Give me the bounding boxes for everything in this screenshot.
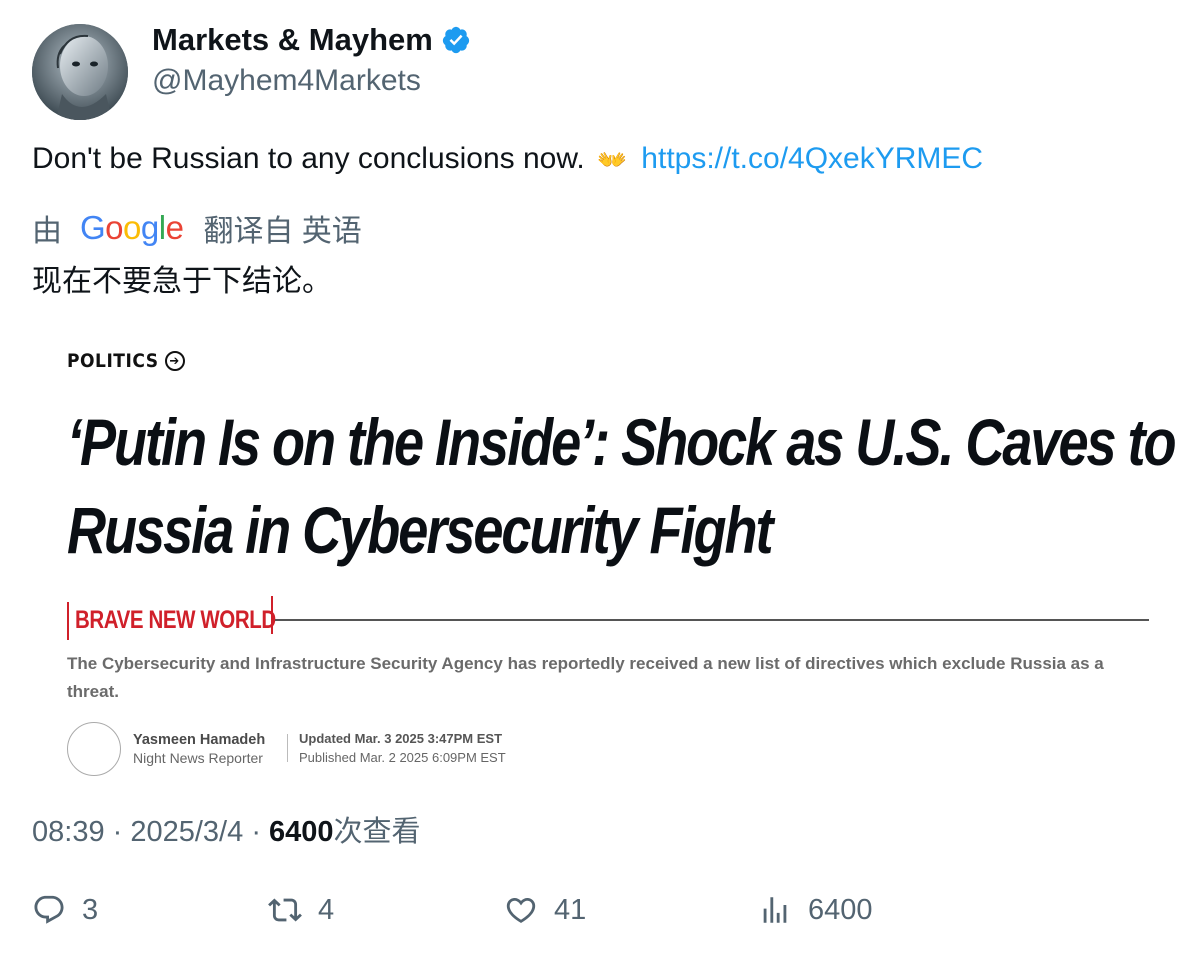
kicker-rule [275,619,1149,621]
repost-count: 4 [318,893,335,926]
author-role: Night News Reporter [133,750,263,766]
views-chart-icon [763,897,787,923]
display-name[interactable]: Markets & Mayhem [152,22,471,58]
translated-text: 现在不要急于下结论。 [32,265,332,298]
tweet-time[interactable]: 08:39 [32,816,105,848]
kicker-bar-left [67,602,69,640]
tweet-link[interactable]: https://t.co/4QxekYRMEC [641,142,983,175]
google-logo-icon: Google [80,209,184,246]
translation-prefix: 由 [32,215,62,248]
like-count: 41 [554,893,587,926]
verified-badge-icon [442,26,469,54]
views-count: 6400 [269,816,334,848]
tweet-date[interactable]: 2025/3/4 [130,816,243,848]
avatar[interactable] [32,24,128,120]
user-handle[interactable]: @Mayhem4Markets [152,64,421,98]
like-button[interactable]: 41 [504,893,586,927]
views-button[interactable]: 6400 [758,893,873,927]
tweet-body: Don't be Russian to any conclusions now. [32,142,585,175]
reply-button[interactable]: 3 [32,893,98,927]
reply-count: 3 [82,893,99,926]
heart-icon [506,897,536,923]
section-text: POLITICS [67,350,159,372]
author-name: Yasmeen Hamadeh [133,732,266,748]
article-image[interactable]: POLITICS ➔ ‘Putin Is on the Inside’: Sho… [32,320,1177,790]
headline-line-2: Russia in Cybersecurity Fight [67,493,773,567]
open-hands-emoji-icon: 👐 [597,147,627,174]
published-date: Published Mar. 2 2025 6:09PM EST [299,750,506,765]
action-bar: 3 4 41 6400 [32,893,1172,937]
translation-suffix: 翻译自 英语 [203,215,362,248]
section-label: POLITICS ➔ [67,350,185,372]
article-dek: The Cybersecurity and Infrastructure Sec… [67,654,1104,701]
translation-attribution[interactable]: 由 Google 翻译自 英语 [32,206,362,250]
repost-button[interactable]: 4 [268,893,334,927]
author-avatar [67,722,121,776]
separator-dot: · [112,816,131,848]
updated-date: Updated Mar. 3 2025 3:47PM EST [299,731,503,746]
article-headline: ‘Putin Is on the Inside’: Shock as U.S. … [67,398,1177,574]
tweet-text: Don't be Russian to any conclusions now.… [32,142,983,176]
kicker-text: BRAVE NEW WORLD [75,606,276,634]
kicker: BRAVE NEW WORLD [67,596,1149,642]
separator-dot: · [251,816,270,848]
tweet-timestamp: 08:39 · 2025/3/4 · 6400次查看 [32,808,421,850]
reply-icon [34,895,64,924]
robot-avatar-image [32,24,128,120]
kicker-bar-right [271,596,273,634]
views-label: 次查看 [333,816,421,848]
meta-divider [287,734,288,762]
arrow-right-circle-icon: ➔ [164,351,185,371]
display-name-text: Markets & Mayhem [152,22,433,57]
headline-line-1: ‘Putin Is on the Inside’: Shock as U.S. … [67,405,1177,479]
views-count-action: 6400 [808,893,873,926]
repost-icon [268,898,302,922]
